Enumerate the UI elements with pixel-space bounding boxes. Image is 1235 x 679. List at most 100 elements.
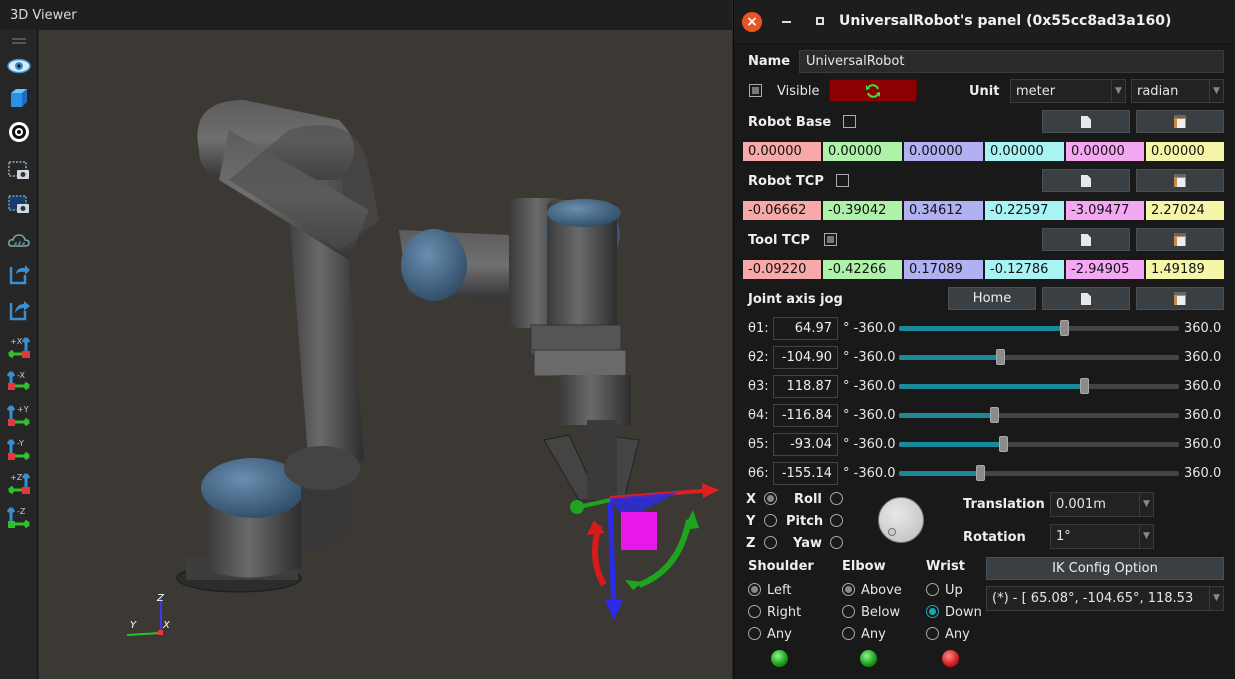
axis-z-radio[interactable] <box>764 536 777 549</box>
robot-base-z[interactable]: 0.00000 <box>903 141 984 162</box>
slider-handle[interactable] <box>976 465 986 481</box>
translation-select[interactable]: 0.001m ▼ <box>1050 492 1154 517</box>
joint-label: θ2: <box>748 350 769 365</box>
robot-tcp-y[interactable]: -0.39042 <box>822 200 903 221</box>
tool-tcp-z[interactable]: 0.17089 <box>903 259 984 280</box>
joint-slider[interactable] <box>899 349 1179 365</box>
elbow-above-radio[interactable] <box>842 583 855 596</box>
shoulder-any-radio[interactable] <box>748 627 761 640</box>
target-icon[interactable] <box>5 118 33 146</box>
axis-y-radio[interactable] <box>764 514 777 527</box>
robot-tcp-checkbox[interactable] <box>836 174 849 187</box>
tool-tcp-y[interactable]: -0.42266 <box>822 259 903 280</box>
panel-titlebar[interactable]: × UniversalRobot's panel (0x55cc8ad3a160… <box>734 0 1235 44</box>
ik-config-select[interactable]: (*) - [ 65.08°, -104.65°, 118.53 ▼ <box>986 586 1224 611</box>
cloud-icon[interactable] <box>5 226 33 254</box>
elbow-below-radio[interactable] <box>842 605 855 618</box>
slider-handle[interactable] <box>998 436 1008 452</box>
unit-length-select[interactable]: meter ▼ <box>1010 79 1126 103</box>
jog-plus-x-icon[interactable]: +X <box>5 332 33 360</box>
screenshot-alt-icon[interactable] <box>5 190 33 218</box>
joint-value[interactable]: -93.04 <box>773 433 838 456</box>
share-icon[interactable] <box>5 296 33 324</box>
joint-value[interactable]: 64.97 <box>773 317 838 340</box>
toolbar-grip-icon[interactable] <box>12 38 26 44</box>
slider-handle[interactable] <box>1079 378 1089 394</box>
jog-plus-y-icon[interactable]: +Y <box>5 400 33 428</box>
robot-base-y[interactable]: 0.00000 <box>822 141 903 162</box>
robot-tcp-x[interactable]: -0.06662 <box>742 200 822 221</box>
visible-checkbox[interactable] <box>749 84 762 97</box>
rotation-select[interactable]: 1° ▼ <box>1050 524 1154 549</box>
axis-yaw-radio[interactable] <box>830 536 843 549</box>
robot-base-rx[interactable]: 0.00000 <box>984 141 1065 162</box>
wrist-any-radio[interactable] <box>926 627 939 640</box>
jog-dial[interactable] <box>878 497 924 543</box>
tb-label: +Y <box>17 405 29 414</box>
axis-roll-radio[interactable] <box>830 492 843 505</box>
shoulder-right-radio[interactable] <box>748 605 761 618</box>
tool-tcp-rz[interactable]: 1.49189 <box>1145 259 1225 280</box>
robot-tcp-z[interactable]: 0.34612 <box>903 200 984 221</box>
robot-base-copy-button[interactable] <box>1042 110 1130 133</box>
wrist-label: Wrist <box>926 559 965 574</box>
slider-handle[interactable] <box>990 407 1000 423</box>
robot-tcp-copy-button[interactable] <box>1042 169 1130 192</box>
unit-angle-select[interactable]: radian ▼ <box>1131 79 1224 103</box>
tool-tcp-ry[interactable]: -2.94905 <box>1065 259 1145 280</box>
undo-icon[interactable] <box>5 260 33 288</box>
robot-base-paste-button[interactable] <box>1136 110 1224 133</box>
elbow-any-radio[interactable] <box>842 627 855 640</box>
joint-value[interactable]: -104.90 <box>773 346 838 369</box>
shoulder-left-radio[interactable] <box>748 583 761 596</box>
tool-tcp-checkbox[interactable] <box>824 233 837 246</box>
visible-label: Visible <box>777 84 820 99</box>
axis-pitch-radio[interactable] <box>830 514 843 527</box>
joint-slider[interactable] <box>899 465 1179 481</box>
tool-tcp-x[interactable]: -0.09220 <box>742 259 822 280</box>
float-button[interactable] <box>816 17 824 25</box>
close-button[interactable]: × <box>742 12 762 32</box>
joint-value[interactable]: 118.87 <box>773 375 838 398</box>
eye-icon[interactable] <box>5 52 33 80</box>
joint-slider[interactable] <box>899 320 1179 336</box>
jog-minus-y-icon[interactable]: -Y <box>5 434 33 462</box>
joint-label: θ1: <box>748 321 769 336</box>
robot-tcp-rx[interactable]: -0.22597 <box>984 200 1065 221</box>
robot-base-checkbox[interactable] <box>843 115 856 128</box>
home-button[interactable]: Home <box>948 287 1036 310</box>
robot-tcp-paste-button[interactable] <box>1136 169 1224 192</box>
ik-config-button[interactable]: IK Config Option <box>986 557 1224 580</box>
joint-copy-button[interactable] <box>1042 287 1130 310</box>
robot-tcp-rz[interactable]: 2.27024 <box>1145 200 1225 221</box>
joint-value[interactable]: -116.84 <box>773 404 838 427</box>
joint-slider[interactable] <box>899 436 1179 452</box>
joint-value[interactable]: -155.14 <box>773 462 838 485</box>
screenshot-icon[interactable] <box>5 156 33 184</box>
name-field[interactable]: UniversalRobot <box>799 50 1224 73</box>
paste-icon <box>1174 174 1186 187</box>
slider-handle[interactable] <box>1060 320 1070 336</box>
joint-paste-button[interactable] <box>1136 287 1224 310</box>
tool-tcp-rx[interactable]: -0.12786 <box>984 259 1065 280</box>
wrist-up-radio[interactable] <box>926 583 939 596</box>
robot-base-x[interactable]: 0.00000 <box>742 141 822 162</box>
wrist-down-radio[interactable] <box>926 605 939 618</box>
minimize-button[interactable] <box>782 21 791 23</box>
slider-fill <box>899 384 1084 389</box>
visible-refresh-button[interactable] <box>829 79 917 102</box>
tool-tcp-paste-button[interactable] <box>1136 228 1224 251</box>
jog-plus-z-icon[interactable]: +Z <box>5 468 33 496</box>
view-cube-icon[interactable] <box>5 84 33 112</box>
robot-tcp-ry[interactable]: -3.09477 <box>1065 200 1145 221</box>
slider-handle[interactable] <box>995 349 1005 365</box>
jog-minus-z-icon[interactable]: -Z <box>5 502 33 530</box>
jog-minus-x-icon[interactable]: -X <box>5 366 33 394</box>
robot-base-ry[interactable]: 0.00000 <box>1065 141 1145 162</box>
robot-base-rz[interactable]: 0.00000 <box>1145 141 1225 162</box>
joint-slider[interactable] <box>899 407 1179 423</box>
axis-x-radio[interactable] <box>764 492 777 505</box>
3d-viewport[interactable]: Z Y X <box>39 30 732 679</box>
tool-tcp-copy-button[interactable] <box>1042 228 1130 251</box>
joint-slider[interactable] <box>899 378 1179 394</box>
